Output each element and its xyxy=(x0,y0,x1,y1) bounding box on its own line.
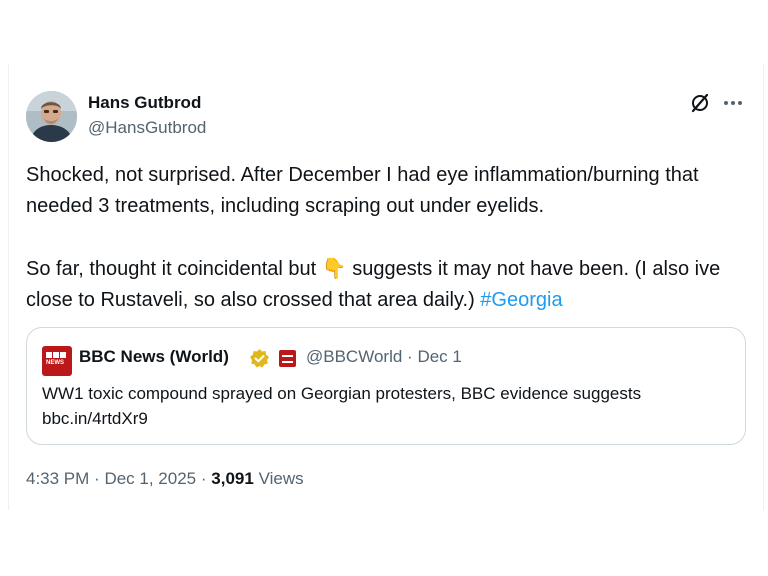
grok-icon[interactable] xyxy=(689,92,711,114)
views-label: Views xyxy=(258,469,304,488)
more-dots-icon[interactable] xyxy=(721,92,745,114)
tweet-paragraph-1: Shocked, not surprised. After December I… xyxy=(26,164,699,217)
footer-separator: · xyxy=(94,469,100,488)
hashtag-link[interactable]: #Georgia xyxy=(480,289,562,311)
pointing-down-emoji-icon: 👇 xyxy=(321,256,347,280)
affiliation-badge-icon xyxy=(279,350,296,367)
tweet-text-segment: So far, thought it coincidental but xyxy=(26,258,322,280)
quote-body: WW1 toxic compound sprayed on Georgian p… xyxy=(42,381,742,431)
verified-badge-icon xyxy=(249,348,270,369)
quote-meta: @BBCWorld · Dec 1 xyxy=(306,347,462,367)
tweet-paragraph-2: So far, thought it coincidental but 👇 su… xyxy=(26,253,756,316)
footer-separator: · xyxy=(200,469,207,488)
tweet-card: Hans Gutbrod @HansGutbrod Shocked, not s… xyxy=(8,64,764,510)
tweet-time[interactable]: 4:33 PM xyxy=(26,469,89,488)
author-handle[interactable]: @HansGutbrod xyxy=(88,118,206,138)
tweet-footer: 4:33 PM · Dec 1, 2025 · 3,091 Views xyxy=(26,469,304,489)
quote-text: WW1 toxic compound sprayed on Georgian p… xyxy=(42,384,642,403)
meta-separator: · xyxy=(407,347,413,366)
bbc-news-logo-icon: NEWS xyxy=(42,346,72,376)
tweet-text: Shocked, not surprised. After December I… xyxy=(26,160,756,316)
quote-date[interactable]: Dec 1 xyxy=(417,347,461,366)
quoted-tweet[interactable]: NEWS BBC News (World) @BBCWorld · Dec 1 … xyxy=(26,327,746,445)
bbc-logo-text: NEWS xyxy=(46,360,64,366)
quote-link[interactable]: bbc.in/4rtdXr9 xyxy=(42,406,742,431)
views-count: 3,091 xyxy=(211,469,254,488)
avatar-photo-icon xyxy=(26,91,77,142)
quote-handle[interactable]: @BBCWorld xyxy=(306,347,402,366)
tweet-date[interactable]: Dec 1, 2025 xyxy=(104,469,196,488)
author-name[interactable]: Hans Gutbrod xyxy=(88,93,201,113)
author-avatar[interactable] xyxy=(26,91,77,142)
quote-author-name[interactable]: BBC News (World) xyxy=(79,347,229,367)
